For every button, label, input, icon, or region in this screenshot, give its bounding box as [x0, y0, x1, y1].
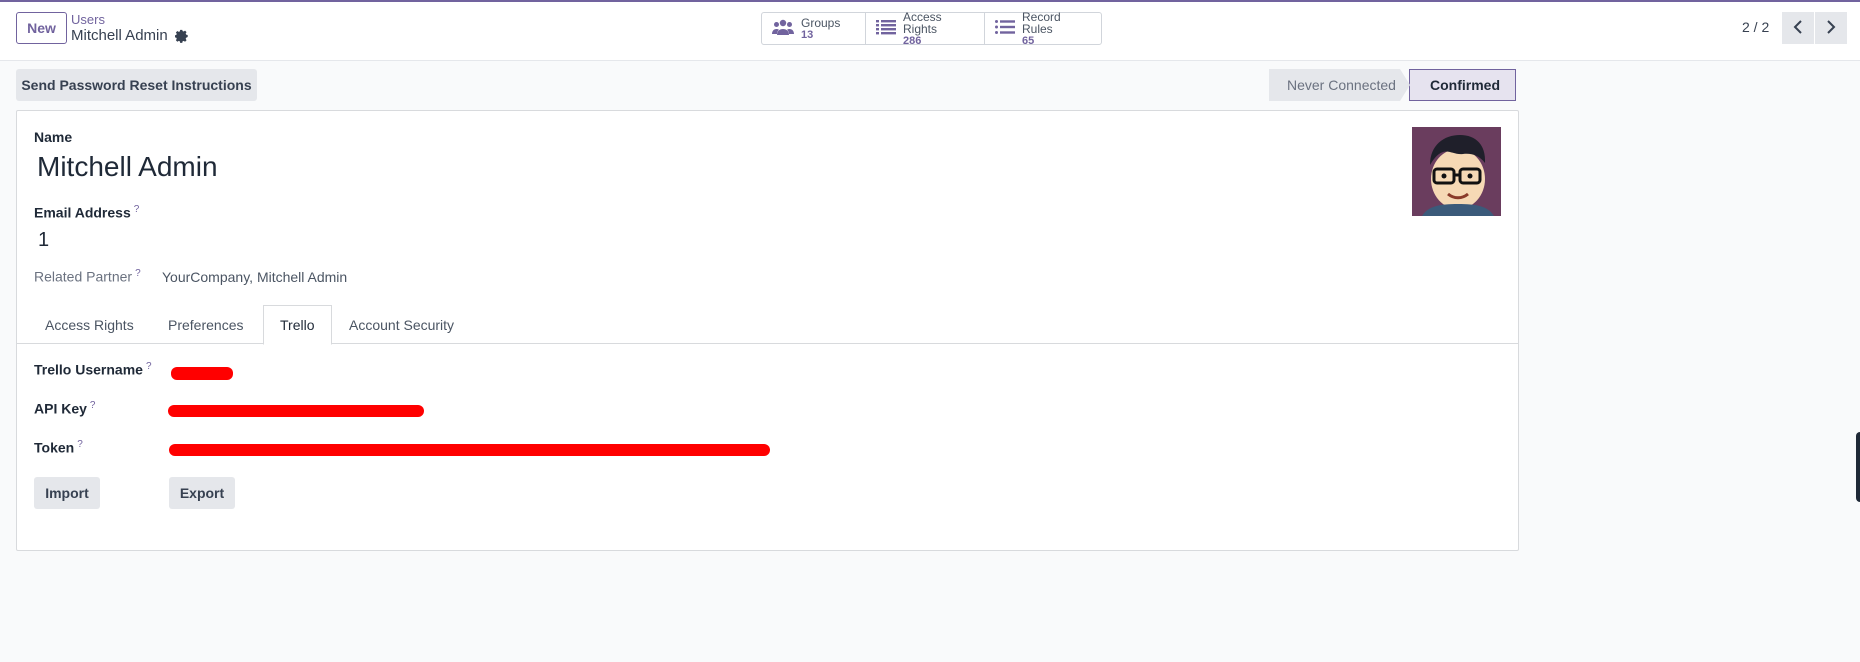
name-label: Name	[34, 129, 73, 145]
name-field[interactable]: Mitchell Admin	[37, 151, 218, 183]
trello-username-label: Trello Username	[34, 361, 143, 378]
api-key-label-row: API Key?	[34, 400, 95, 417]
control-panel: New Users Mitchell Admin Groups 13 Access…	[0, 0, 1860, 61]
breadcrumb-current-label: Mitchell Admin	[71, 27, 168, 44]
api-key-label: API Key	[34, 400, 87, 417]
access-rights-smart-button[interactable]: Access Rights 286	[866, 9, 985, 47]
related-partner-link[interactable]: YourCompany, Mitchell Admin	[162, 269, 347, 285]
token-label-row: Token?	[34, 439, 83, 456]
access-rights-count: 286	[903, 34, 922, 47]
pager-next-button[interactable]	[1815, 12, 1847, 44]
groups-label: Groups	[801, 15, 841, 30]
partner-label-row: Related Partner?	[34, 268, 141, 285]
token-label: Token	[34, 439, 75, 456]
stage-never-connected[interactable]: Never Connected	[1269, 69, 1410, 101]
status-bar: Never Connected Confirmed	[1269, 69, 1516, 101]
form-sheet: Name Mitchell Admin Email Address? 1 Rel…	[16, 110, 1519, 551]
gear-icon[interactable]	[174, 29, 189, 43]
side-panel-handle[interactable]	[1856, 432, 1860, 502]
chevron-left-icon	[1793, 19, 1803, 37]
record-rules-smart-button[interactable]: Record Rules 65	[985, 9, 1101, 47]
users-icon	[772, 19, 794, 38]
record-rules-label: Record Rules	[1022, 9, 1061, 36]
groups-smart-button[interactable]: Groups 13	[762, 13, 866, 44]
groups-count: 13	[801, 28, 814, 41]
email-field[interactable]: 1	[38, 229, 49, 252]
email-label: Email Address	[34, 204, 131, 221]
tab-preferences[interactable]: Preferences	[152, 305, 259, 344]
access-rights-label: Access Rights	[903, 9, 942, 36]
email-label-row: Email Address?	[34, 204, 139, 221]
api-key-field[interactable]	[168, 405, 424, 417]
breadcrumb-current: Mitchell Admin	[71, 27, 189, 44]
new-button[interactable]: New	[16, 12, 67, 44]
trello-username-label-row: Trello Username?	[34, 361, 152, 378]
chevron-right-icon	[1826, 19, 1836, 37]
partner-help-tooltip[interactable]: ?	[135, 268, 141, 279]
record-rules-count: 65	[1022, 34, 1035, 47]
export-button[interactable]: Export	[169, 477, 235, 509]
api-key-help-tooltip[interactable]: ?	[90, 400, 96, 411]
breadcrumb-users-link[interactable]: Users	[71, 12, 105, 27]
trello-username-help-tooltip[interactable]: ?	[146, 361, 152, 372]
list-icon	[876, 19, 896, 38]
tab-trello[interactable]: Trello	[263, 305, 332, 345]
import-button[interactable]: Import	[34, 477, 100, 509]
pager-previous-button[interactable]	[1782, 12, 1814, 44]
partner-label: Related Partner	[34, 268, 133, 285]
pager-value[interactable]: 2 / 2	[1742, 19, 1769, 35]
token-field[interactable]	[169, 444, 770, 456]
stage-confirmed[interactable]: Confirmed	[1409, 69, 1516, 101]
email-help-tooltip[interactable]: ?	[134, 204, 140, 215]
tab-access-rights[interactable]: Access Rights	[29, 305, 150, 344]
send-password-reset-button[interactable]: Send Password Reset Instructions	[16, 69, 257, 101]
notebook-tabs: Access Rights Preferences Trello Account…	[17, 305, 1518, 345]
avatar[interactable]	[1412, 127, 1501, 216]
list-icon	[995, 19, 1015, 38]
tab-account-security[interactable]: Account Security	[333, 305, 470, 344]
trello-username-field[interactable]	[171, 367, 233, 380]
token-help-tooltip[interactable]: ?	[77, 439, 83, 450]
smart-buttons: Groups 13 Access Rights 286 Record Rules 65	[761, 9, 1102, 47]
